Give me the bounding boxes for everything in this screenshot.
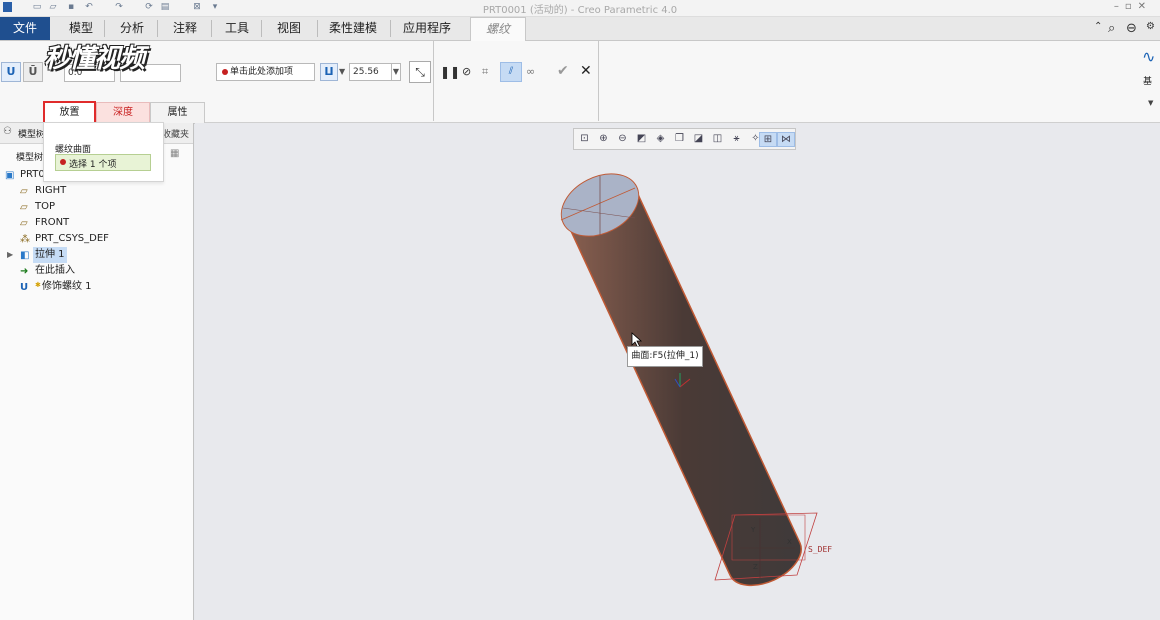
model-tree-tab[interactable]: 模型树 (18, 127, 45, 140)
favorites-tab[interactable]: 收藏夹 (162, 127, 189, 140)
watermark-logo: 秒懂视频 (44, 44, 145, 74)
datum-display-icon[interactable]: ⚹ (730, 132, 743, 145)
expand-arrow-icon[interactable]: ▶ (7, 250, 13, 259)
options-icon[interactable]: ⚙ (1146, 21, 1155, 32)
window-controls[interactable]: –▫✕ (1114, 1, 1152, 12)
tree-item-front[interactable]: FRONT (35, 215, 69, 231)
title-bar: ▭ ▱ ▪ ↶ ↷ ⟳ ▤ ⊠ ▾ PRT0001 (活动的) - Creo P… (0, 0, 1160, 17)
insert-arrow-icon: ➜ (20, 266, 29, 277)
csys-icon: ⁂ (20, 234, 30, 245)
datum-plane-icon: ▱ (20, 218, 28, 229)
svg-text:Z: Z (753, 563, 758, 571)
tab-properties[interactable]: 属性 (150, 102, 205, 124)
view-manager-icon[interactable]: ◪ (692, 132, 705, 145)
search-icon[interactable]: ⌕ (1108, 21, 1115, 36)
new-feature-star-icon: ✱ (35, 281, 41, 289)
menu-applications[interactable]: 应用程序 (394, 17, 460, 40)
depth-type-icon[interactable]: ⵡ (320, 63, 338, 81)
csys-label: S_DEF (808, 545, 833, 554)
menu-tools[interactable]: 工具 (214, 17, 260, 40)
repaint-icon[interactable]: ◩ (635, 132, 648, 145)
tree-settings-icon[interactable]: ▦ (170, 148, 179, 159)
flip-direction-icon[interactable]: ⤡ (409, 61, 431, 83)
datum-plane-icon: ▱ (20, 202, 28, 213)
glasses-icon[interactable]: ∞ (526, 65, 535, 78)
menu-model[interactable]: 模型 (58, 17, 104, 40)
pause-icon[interactable]: ❚❚ (440, 65, 460, 79)
tree-item-top[interactable]: TOP (35, 199, 55, 215)
datum-group-dropdown-icon[interactable]: ▼ (1148, 99, 1153, 107)
cancel-x-icon[interactable]: ✕ (580, 63, 592, 79)
part-icon: ▣ (5, 170, 15, 181)
tree-item-right[interactable]: RIGHT (35, 183, 66, 199)
graphics-viewport[interactable]: Y X Z S_DEF (195, 123, 1160, 620)
add-item-field[interactable]: 单击此处添加项 (216, 63, 315, 81)
tree-item-cosmetic-thread[interactable]: 修饰螺纹 1 (42, 279, 92, 295)
menu-file[interactable]: 文件 (0, 17, 50, 40)
thread-type-icon[interactable]: U (1, 62, 21, 82)
cosmetic-thread-icon: U (20, 282, 29, 293)
placement-popup: 螺纹曲面 选择 1 个项 (43, 122, 164, 182)
zoom-out-icon[interactable]: ⊖ (616, 132, 629, 145)
model-tree-tab-icon[interactable]: ⚇ (3, 126, 12, 137)
extrude-icon: ◧ (20, 250, 30, 261)
no-preview-icon[interactable]: ⊘ (462, 65, 471, 78)
ribbon: U Ū 0.0 单击此处添加项 ⵡ ▼ 25.56 ▼ ⤡ ❚❚ ⊘ ⌗ ⫽ ∞… (0, 41, 1160, 125)
datum-plane-icon: ▱ (20, 186, 28, 197)
add-item-hint: 单击此处添加项 (230, 67, 294, 77)
tree-item-insert-here[interactable]: 在此插入 (35, 263, 75, 279)
required-dot-icon (60, 159, 66, 165)
menu-thread-active[interactable]: 螺纹 (470, 17, 526, 41)
depth-value-dropdown[interactable]: ▼ (391, 63, 401, 81)
apply-check-icon[interactable]: ✔ (557, 63, 569, 79)
required-dot-icon (222, 69, 228, 75)
help-icon[interactable]: ⊖ (1126, 21, 1137, 36)
preview-icon[interactable]: ⌗ (482, 65, 488, 79)
menu-annotate[interactable]: 注释 (160, 17, 210, 40)
model-graphics[interactable]: Y X Z (195, 123, 1160, 620)
svg-text:X: X (787, 538, 792, 546)
zoom-in-icon[interactable]: ⊕ (597, 132, 610, 145)
thread-std-icon[interactable]: Ū (23, 62, 43, 82)
tab-depth[interactable]: 深度 (96, 102, 150, 124)
spin-center-icon[interactable]: ⊞ (759, 132, 777, 147)
menu-analysis[interactable]: 分析 (108, 17, 156, 40)
svg-text:Y: Y (750, 526, 756, 534)
depth-type-dropdown-icon[interactable]: ▼ (339, 67, 345, 76)
csys-display-icon[interactable]: ⋈ (777, 132, 795, 147)
surface-tooltip: 曲面:F5(拉伸_1) (627, 346, 703, 367)
refit-icon[interactable]: ⊡ (578, 132, 591, 145)
cylinder-body[interactable] (563, 187, 802, 587)
menu-view[interactable]: 视图 (266, 17, 312, 40)
datum-group-label: 基 (1143, 77, 1153, 87)
tree-item-extrude[interactable]: 拉伸 1 (33, 247, 67, 263)
model-tree-panel: ⚇ 模型树 收藏夹 模型树 ▦ (0, 123, 194, 620)
verify-icon[interactable]: ⫽ (500, 62, 522, 82)
menu-bar: 文件 模型 分析 注释 工具 视图 柔性建模 应用程序 螺纹 ⌃ ⌕ ⊖ ⚙ (0, 17, 1160, 41)
model-tree-sub-label: 模型树 (16, 153, 44, 163)
tree-item-csys[interactable]: PRT_CSYS_DEF (35, 231, 109, 247)
select-collector[interactable]: 选择 1 个项 (55, 154, 151, 171)
window-title: PRT0001 (活动的) - Creo Parametric 4.0 (482, 5, 678, 16)
select-hint: 选择 1 个项 (69, 160, 117, 170)
tree-item-part[interactable]: PRT0 (20, 167, 45, 183)
menu-flexible-modeling[interactable]: 柔性建模 (320, 17, 386, 40)
collapse-ribbon-icon[interactable]: ⌃ (1094, 21, 1102, 32)
datum-curve-icon[interactable]: ∿ (1142, 47, 1155, 66)
saved-orientations-icon[interactable]: ❒ (673, 132, 686, 145)
perspective-icon[interactable]: ◫ (711, 132, 724, 145)
display-style-icon[interactable]: ◈ (654, 132, 667, 145)
view-toolbar: ⊡ ⊕ ⊖ ◩ ◈ ❒ ◪ ◫ ⚹ ✧ ⊞ ⋈ (573, 128, 796, 150)
depth-value-field[interactable]: 25.56 (349, 63, 396, 81)
